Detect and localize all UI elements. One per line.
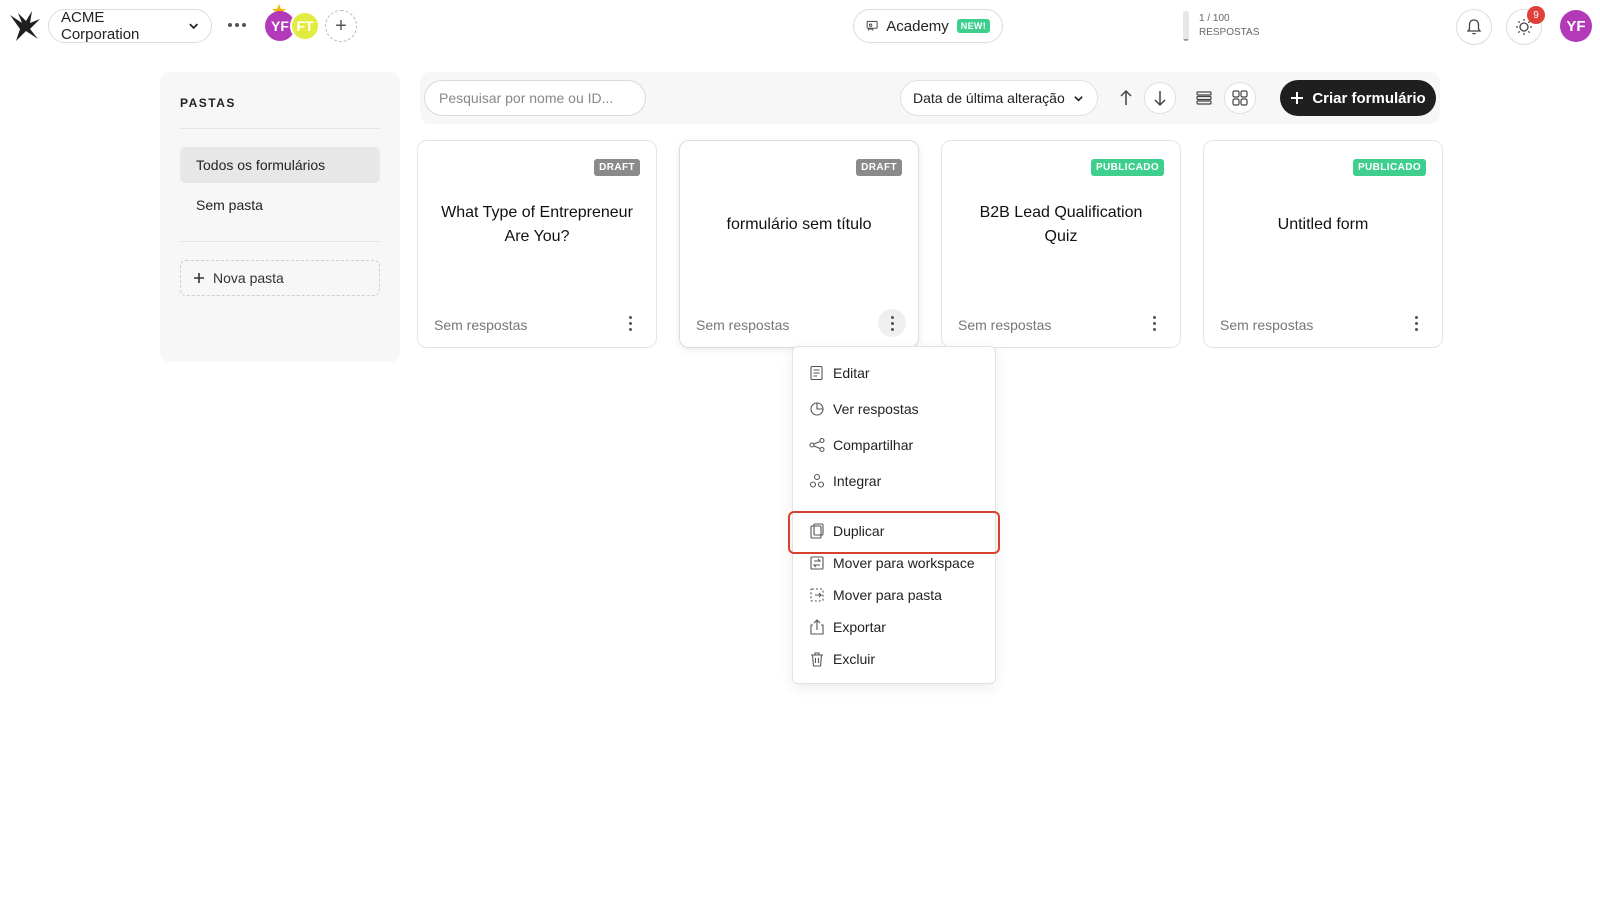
more-options-icon[interactable] [616, 309, 644, 337]
menu-item-integrate[interactable]: Integrar [793, 466, 995, 496]
response-count: Sem respostas [434, 317, 528, 333]
sidebar-item-label: Sem pasta [196, 197, 263, 213]
status-badge: PUBLICADO [1352, 159, 1426, 176]
menu-item-edit[interactable]: Editar [793, 358, 995, 388]
menu-item-label: Integrar [833, 473, 882, 489]
chevron-down-icon [1074, 95, 1083, 102]
user-avatar[interactable]: YF [1560, 10, 1592, 42]
sort-descending-button[interactable] [1144, 82, 1176, 114]
form-card[interactable]: PUBLICADO Untitled form Sem respostas [1203, 140, 1443, 348]
sidebar-item-label: Todos os formulários [196, 157, 326, 173]
status-badge: PUBLICADO [1090, 159, 1164, 176]
arrow-up-icon [1120, 89, 1132, 105]
menu-item-export[interactable]: Exportar [793, 612, 995, 642]
chevron-down-icon [188, 23, 198, 30]
menu-item-label: Duplicar [833, 523, 885, 539]
response-count: Sem respostas [958, 317, 1052, 333]
integrate-icon [809, 473, 825, 488]
menu-item-move-folder[interactable]: Mover para pasta [793, 580, 995, 610]
form-context-menu: Editar Ver respostas Compartilhar Integr… [792, 346, 996, 684]
menu-item-label: Mover para workspace [833, 555, 975, 571]
form-title: Untitled form [1277, 216, 1369, 233]
sidebar-item-all-forms[interactable]: Todos os formulários [180, 147, 380, 183]
move-workspace-icon [810, 556, 824, 570]
responses-icon [810, 402, 824, 416]
menu-item-label: Ver respostas [833, 401, 919, 417]
form-title: formulário sem título [726, 216, 872, 233]
create-form-button[interactable]: Criar formulário [1280, 80, 1436, 116]
menu-item-label: Editar [833, 365, 870, 381]
workspace-name: ACME Corporation [61, 9, 140, 43]
menu-item-label: Excluir [833, 651, 876, 667]
search-input[interactable] [424, 80, 646, 116]
new-badge: NEW! [956, 19, 990, 33]
add-member-button[interactable]: + [325, 10, 357, 42]
sidebar-title: PASTAS [180, 96, 236, 110]
menu-item-move-workspace[interactable]: Mover para workspace [793, 548, 995, 578]
plus-icon [1291, 92, 1304, 104]
sort-select[interactable]: Data de última alteração [900, 80, 1098, 116]
usage-label: RESPOSTAS [1199, 27, 1260, 38]
academy-label: Academy [886, 17, 949, 35]
edit-icon [810, 365, 823, 381]
notification-count-badge: 9 [1527, 6, 1545, 24]
logo-icon[interactable] [8, 9, 42, 43]
bell-icon [1466, 19, 1482, 35]
trash-icon [811, 652, 823, 667]
usage-meter: 1 / 100 RESPOSTAS [1183, 11, 1259, 41]
usage-bar [1183, 11, 1189, 41]
menu-item-label: Exportar [833, 619, 886, 635]
share-icon [809, 437, 825, 453]
list-icon [1196, 91, 1212, 105]
list-view-button[interactable] [1188, 82, 1220, 114]
menu-item-duplicate[interactable]: Duplicar [793, 516, 995, 546]
more-options-icon[interactable] [226, 16, 248, 34]
menu-item-delete[interactable]: Excluir [793, 644, 995, 674]
grid-view-button[interactable] [1224, 82, 1256, 114]
export-icon [810, 619, 824, 635]
top-bar: ACME Corporation YF FT + Academy NEW! 1 … [0, 0, 1600, 52]
create-form-label: Criar formulário [1312, 89, 1426, 107]
workspace-selector[interactable]: ACME Corporation [48, 9, 212, 43]
form-card[interactable]: DRAFT What Type of Entrepreneur Are You?… [417, 140, 657, 348]
status-badge: DRAFT [856, 159, 902, 176]
sidebar-item-no-folder[interactable]: Sem pasta [180, 187, 380, 223]
menu-item-label: Mover para pasta [833, 587, 942, 603]
form-card[interactable]: PUBLICADO B2B Lead Qualification Quiz Se… [941, 140, 1181, 348]
plus-icon [194, 273, 204, 283]
usage-count: 1 / 100 [1199, 13, 1230, 24]
arrow-down-icon [1154, 91, 1166, 107]
response-count: Sem respostas [1220, 317, 1314, 333]
form-title: What Type of Entrepreneur Are You? [441, 204, 633, 245]
response-count: Sem respostas [696, 317, 790, 333]
more-options-icon[interactable] [1402, 309, 1430, 337]
move-folder-icon [810, 588, 824, 602]
new-folder-label: Nova pasta [213, 270, 284, 286]
form-card[interactable]: DRAFT formulário sem título Sem resposta… [679, 140, 919, 348]
sort-label: Data de última alteração [913, 90, 1065, 106]
duplicate-icon [810, 523, 824, 539]
more-options-icon[interactable] [878, 309, 906, 337]
sort-ascending-button[interactable] [1110, 82, 1142, 114]
more-options-icon[interactable] [1140, 309, 1168, 337]
grid-icon [1232, 90, 1248, 106]
academy-button[interactable]: Academy NEW! [853, 9, 1003, 43]
divider [180, 128, 380, 129]
menu-item-share[interactable]: Compartilhar [793, 430, 995, 460]
menu-item-label: Compartilhar [833, 437, 914, 453]
menu-item-view-responses[interactable]: Ver respostas [793, 394, 995, 424]
academy-icon [866, 20, 878, 31]
new-folder-button[interactable]: Nova pasta [180, 260, 380, 296]
status-badge: DRAFT [594, 159, 640, 176]
divider [180, 241, 380, 242]
folders-sidebar: PASTAS Todos os formulários Sem pasta No… [160, 72, 400, 362]
notifications-button[interactable] [1456, 9, 1492, 45]
member-avatar[interactable]: FT [290, 11, 320, 41]
divider [793, 499, 995, 500]
form-title: B2B Lead Qualification Quiz [979, 204, 1143, 245]
forms-toolbar: Data de última alteração Criar formulári… [420, 72, 1440, 124]
